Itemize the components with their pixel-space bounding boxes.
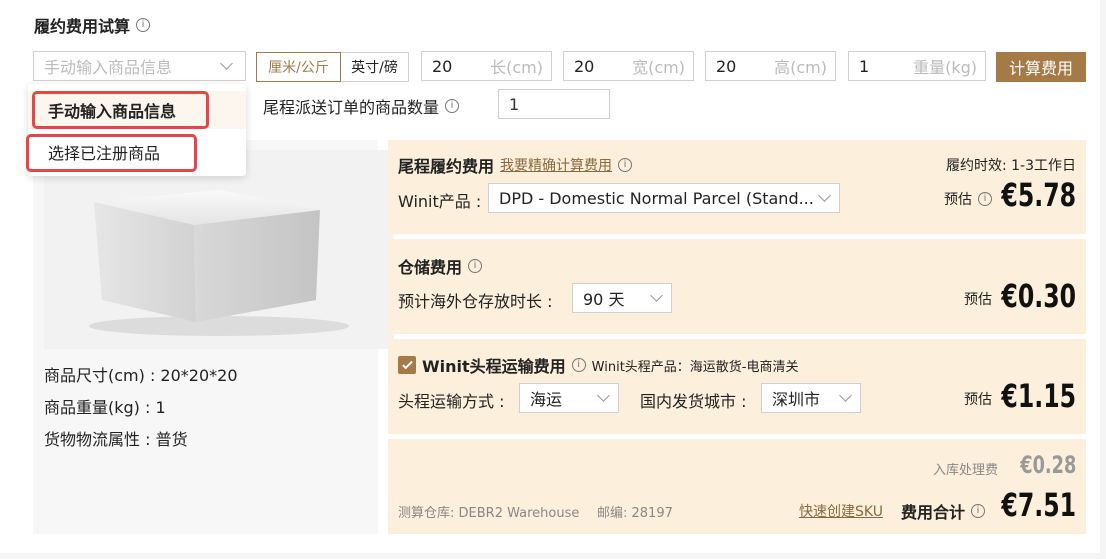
info-icon[interactable]: i [971, 504, 986, 518]
highlight-box [32, 91, 209, 129]
transport-mode-value: 海运 [530, 390, 563, 409]
estimate-text: 预估 [964, 392, 992, 408]
width-unit: 宽(cm) [632, 58, 685, 77]
total-price: €7.51 [1001, 486, 1076, 524]
product-weight: 商品重量(kg) : 1 [44, 398, 166, 417]
precise-calc-link[interactable]: 我要精确计算费用 [500, 155, 612, 175]
length-input[interactable]: 20 长(cm) [421, 51, 552, 81]
goods-select-placeholder: 手动输入商品信息 [44, 58, 173, 77]
inbound-fee-label: 入库处理费 [933, 463, 999, 478]
fee-calculator-card: 履约费用试算 i 手动输入商品信息 厘米/公斤 英寸/磅 20 长(cm) 20… [0, 0, 1100, 553]
firstleg-note: Winit头程产品：海运散货-电商清关 [591, 359, 799, 375]
summary-section: 入库处理费 €0.28 测算仓库: DEBR2 Warehouse 邮编: 28… [388, 439, 1086, 534]
weight-input[interactable]: 1 重量(kg) [848, 51, 986, 81]
storage-section: 仓储费用 i 预计海外仓存放时长 : 90 天 预估 €0.30 [388, 239, 1086, 334]
page-title-text: 履约费用试算 [34, 17, 131, 36]
firstleg-header: Winit头程运输费用 i Winit头程产品：海运散货-电商清关 [398, 353, 799, 377]
lastmile-section: 尾程履约费用 我要精确计算费用 i 履约时效: 1-3工作日 Winit产品 :… [388, 140, 1086, 234]
winit-product-label: Winit产品 : [398, 192, 482, 211]
storage-duration-select[interactable]: 90 天 [572, 283, 672, 313]
info-icon[interactable]: i [978, 192, 992, 206]
chevron-down-icon [220, 57, 233, 70]
storage-title: 仓储费用 [398, 258, 463, 277]
length-unit: 长(cm) [490, 58, 543, 77]
goods-input-select[interactable]: 手动输入商品信息 [33, 51, 246, 81]
info-icon[interactable]: i [571, 358, 586, 372]
page-title: 履约费用试算 i [34, 13, 151, 37]
qty-value: 1 [509, 94, 520, 114]
firstleg-price: €1.15 [1001, 377, 1076, 415]
chevron-down-icon [818, 189, 831, 202]
product-image [44, 150, 394, 349]
estimate-label: 预估 i [944, 189, 992, 209]
weight-value: 1 [859, 56, 870, 76]
transport-mode-label: 头程运输方式 : [398, 392, 505, 411]
box-image [44, 150, 394, 349]
zip-info: 邮编: 28197 [597, 506, 673, 521]
storage-duration-label: 预计海外仓存放时长 : [398, 292, 553, 311]
info-icon[interactable]: i [136, 18, 151, 32]
qty-input[interactable]: 1 [498, 89, 610, 119]
width-value: 20 [574, 56, 595, 76]
warehouse-info: 测算仓库: DEBR2 Warehouse [398, 506, 580, 521]
chevron-down-icon [839, 389, 852, 402]
transport-mode-select[interactable]: 海运 [519, 383, 619, 413]
length-value: 20 [432, 56, 453, 76]
calculate-fee-button[interactable]: 计算费用 [996, 52, 1086, 82]
width-input[interactable]: 20 宽(cm) [563, 51, 694, 81]
calculate-fee-label: 计算费用 [1008, 59, 1073, 78]
estimate-text: 预估 [944, 192, 972, 208]
height-input[interactable]: 20 高(cm) [705, 51, 836, 81]
lastmile-header: 尾程履约费用 我要精确计算费用 i [398, 153, 633, 177]
weight-unit: 重量(kg) [913, 58, 977, 77]
total-label: 费用合计 i [901, 499, 986, 523]
height-value: 20 [716, 56, 737, 76]
height-unit: 高(cm) [774, 58, 827, 77]
unit-imperial-label: 英寸/磅 [351, 60, 398, 76]
check-icon [401, 358, 413, 369]
firstleg-title: Winit头程运输费用 [422, 357, 566, 376]
origin-city-select[interactable]: 深圳市 [761, 383, 861, 413]
inbound-fee-price: €0.28 [1019, 451, 1076, 479]
highlight-box [26, 134, 197, 172]
unit-metric-button[interactable]: 厘米/公斤 [256, 52, 341, 82]
qty-label-text: 尾程派送订单的商品数量 [263, 98, 440, 117]
estimate-text: 预估 [964, 292, 992, 308]
firstleg-checkbox[interactable] [398, 356, 416, 374]
storage-price: €0.30 [1001, 277, 1076, 315]
total-label-text: 费用合计 [901, 503, 966, 522]
product-attribute: 货物物流属性 : 普货 [44, 430, 188, 449]
chevron-down-icon [650, 289, 663, 302]
firstleg-section: Winit头程运输费用 i Winit头程产品：海运散货-电商清关 头程运输方式… [388, 339, 1086, 434]
lastmile-title: 尾程履约费用 [398, 157, 495, 176]
lastmile-price: €5.78 [1001, 176, 1076, 214]
fulfillment-timing: 履约时效: 1-3工作日 [945, 158, 1076, 174]
info-icon[interactable]: i [468, 259, 483, 273]
origin-city-label: 国内发货城市 : [640, 392, 747, 411]
info-icon[interactable]: i [618, 158, 633, 172]
product-size: 商品尺寸(cm) : 20*20*20 [44, 366, 238, 385]
winit-product-value: DPD - Domestic Normal Parcel (Stand... [499, 188, 814, 208]
storage-header: 仓储费用 i [398, 254, 483, 278]
storage-duration-value: 90 天 [583, 290, 625, 309]
unit-metric-label: 厘米/公斤 [268, 60, 329, 76]
chevron-down-icon [597, 389, 610, 402]
info-icon[interactable]: i [445, 99, 460, 113]
winit-product-select[interactable]: DPD - Domestic Normal Parcel (Stand... [488, 183, 840, 213]
origin-city-value: 深圳市 [772, 390, 821, 409]
create-sku-link[interactable]: 快速创建SKU [799, 501, 883, 521]
qty-label: 尾程派送订单的商品数量 i [263, 94, 460, 118]
unit-imperial-button[interactable]: 英寸/磅 [341, 52, 409, 82]
